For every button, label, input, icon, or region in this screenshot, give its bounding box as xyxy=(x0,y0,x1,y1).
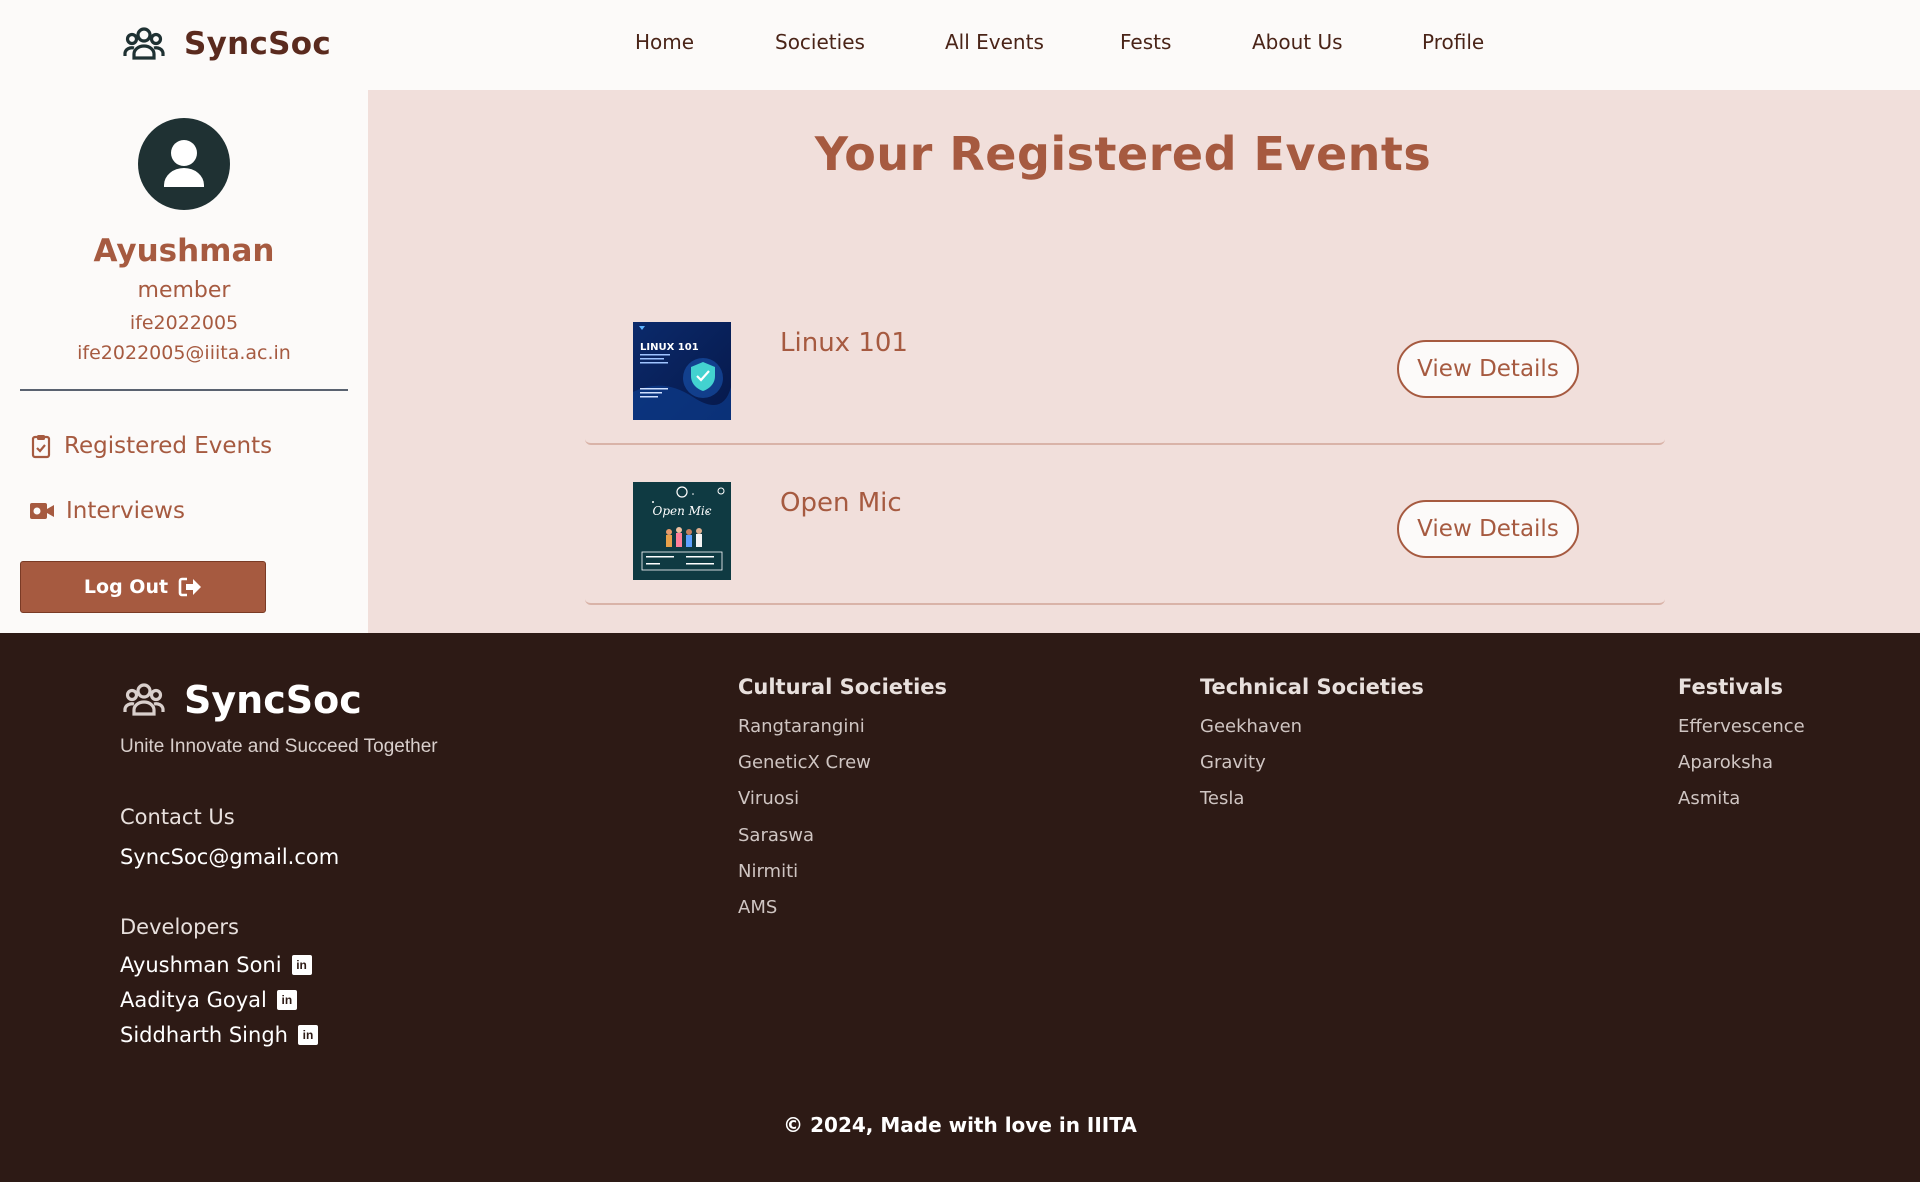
list-item[interactable]: GeneticX Crew xyxy=(738,752,871,788)
video-camera-icon xyxy=(30,503,54,519)
poster-title: LINUX 101 xyxy=(640,342,699,353)
cultural-list: Rangtarangini GeneticX Crew Viruosi Sara… xyxy=(738,716,871,933)
list-item[interactable]: Aparoksha xyxy=(1678,752,1805,788)
nav-all-events[interactable]: All Events xyxy=(945,30,1044,54)
avatar xyxy=(138,118,230,210)
list-item[interactable]: Gravity xyxy=(1200,752,1302,788)
nav-profile[interactable]: Profile xyxy=(1422,30,1484,54)
sidebar-item-label: Registered Events xyxy=(64,433,273,459)
footer-brand-name: SyncSoc xyxy=(184,678,362,722)
sidebar-item-registered-events[interactable]: Registered Events xyxy=(28,433,272,459)
footer-tagline: Unite Innovate and Succeed Together xyxy=(120,736,438,757)
event-name: Linux 101 xyxy=(780,328,908,358)
view-details-button[interactable]: View Details xyxy=(1397,340,1579,398)
poster-title: Open Mic xyxy=(652,504,711,518)
copyright: © 2024, Made with love in IIITA xyxy=(783,1113,1137,1137)
contact-heading: Contact Us xyxy=(120,805,235,829)
site-footer: SyncSoc Unite Innovate and Succeed Toget… xyxy=(0,633,1920,1182)
list-item[interactable]: Viruosi xyxy=(738,788,871,824)
festivals-heading: Festivals xyxy=(1678,675,1784,699)
event-poster: LINUX 101 xyxy=(633,322,731,420)
view-details-button[interactable]: View Details xyxy=(1397,500,1579,558)
sidebar-item-label: Interviews xyxy=(66,498,185,524)
developers-heading: Developers xyxy=(120,915,239,939)
footer-brand[interactable]: SyncSoc xyxy=(122,678,362,722)
nav-about-us[interactable]: About Us xyxy=(1252,30,1343,54)
nav-societies[interactable]: Societies xyxy=(775,30,865,54)
list-item[interactable]: Rangtarangini xyxy=(738,716,871,752)
nav-fests[interactable]: Fests xyxy=(1120,30,1171,54)
nav-home[interactable]: Home xyxy=(635,30,694,54)
technical-list: Geekhaven Gravity Tesla xyxy=(1200,716,1302,825)
event-poster: Open Mic xyxy=(633,482,731,580)
cultural-heading: Cultural Societies xyxy=(738,675,948,699)
contact-email[interactable]: SyncSoc@gmail.com xyxy=(120,845,339,869)
event-card: Open Mic Open Mic View Details xyxy=(585,450,1665,605)
profile-id: ife2022005 xyxy=(129,312,239,334)
developer-item: Siddharth Singh in xyxy=(120,1023,318,1047)
list-item[interactable]: Nirmiti xyxy=(738,861,871,897)
user-icon xyxy=(164,140,204,187)
main-nav: Home Societies All Events Fests About Us… xyxy=(0,30,1920,60)
sidebar-divider xyxy=(20,389,348,391)
sidebar-item-interviews[interactable]: Interviews xyxy=(28,498,185,524)
linkedin-icon[interactable]: in xyxy=(276,990,297,1010)
list-item[interactable]: Effervescence xyxy=(1678,716,1805,752)
profile-name: Ayushman xyxy=(93,233,275,269)
technical-heading: Technical Societies xyxy=(1200,675,1424,699)
sign-out-icon xyxy=(178,577,202,597)
list-item[interactable]: Asmita xyxy=(1678,788,1805,824)
event-name: Open Mic xyxy=(780,488,902,518)
linkedin-icon[interactable]: in xyxy=(291,955,312,975)
page-title: Your Registered Events xyxy=(814,127,1432,181)
profile-email: ife2022005@iiita.ac.in xyxy=(77,342,291,364)
festivals-list: Effervescence Aparoksha Asmita xyxy=(1678,716,1805,825)
list-item[interactable]: AMS xyxy=(738,897,871,933)
linkedin-icon[interactable]: in xyxy=(297,1025,318,1045)
users-group-icon xyxy=(123,683,165,716)
clipboard-check-icon xyxy=(31,435,51,459)
event-card: LINUX 101 Linux 101 View Details xyxy=(585,290,1665,445)
list-item[interactable]: Saraswa xyxy=(738,825,871,861)
list-item[interactable]: Tesla xyxy=(1200,788,1302,824)
logout-label: Log Out xyxy=(83,576,169,598)
developer-item: Ayushman Soni in xyxy=(120,953,312,977)
logout-button[interactable]: Log Out xyxy=(20,561,266,613)
developer-item: Aaditya Goyal in xyxy=(120,988,297,1012)
profile-sidebar: Ayushman member ife2022005 ife2022005@ii… xyxy=(0,90,368,633)
list-item[interactable]: Geekhaven xyxy=(1200,716,1302,752)
developer-name: Siddharth Singh xyxy=(120,1023,288,1047)
top-header: SyncSoc Home Societies All Events Fests … xyxy=(0,0,1920,90)
main-content: Your Registered Events LINUX 101 Linux 1… xyxy=(368,90,1920,633)
profile-role: member xyxy=(137,278,231,303)
developer-name: Aaditya Goyal xyxy=(120,988,267,1012)
developer-name: Ayushman Soni xyxy=(120,953,282,977)
